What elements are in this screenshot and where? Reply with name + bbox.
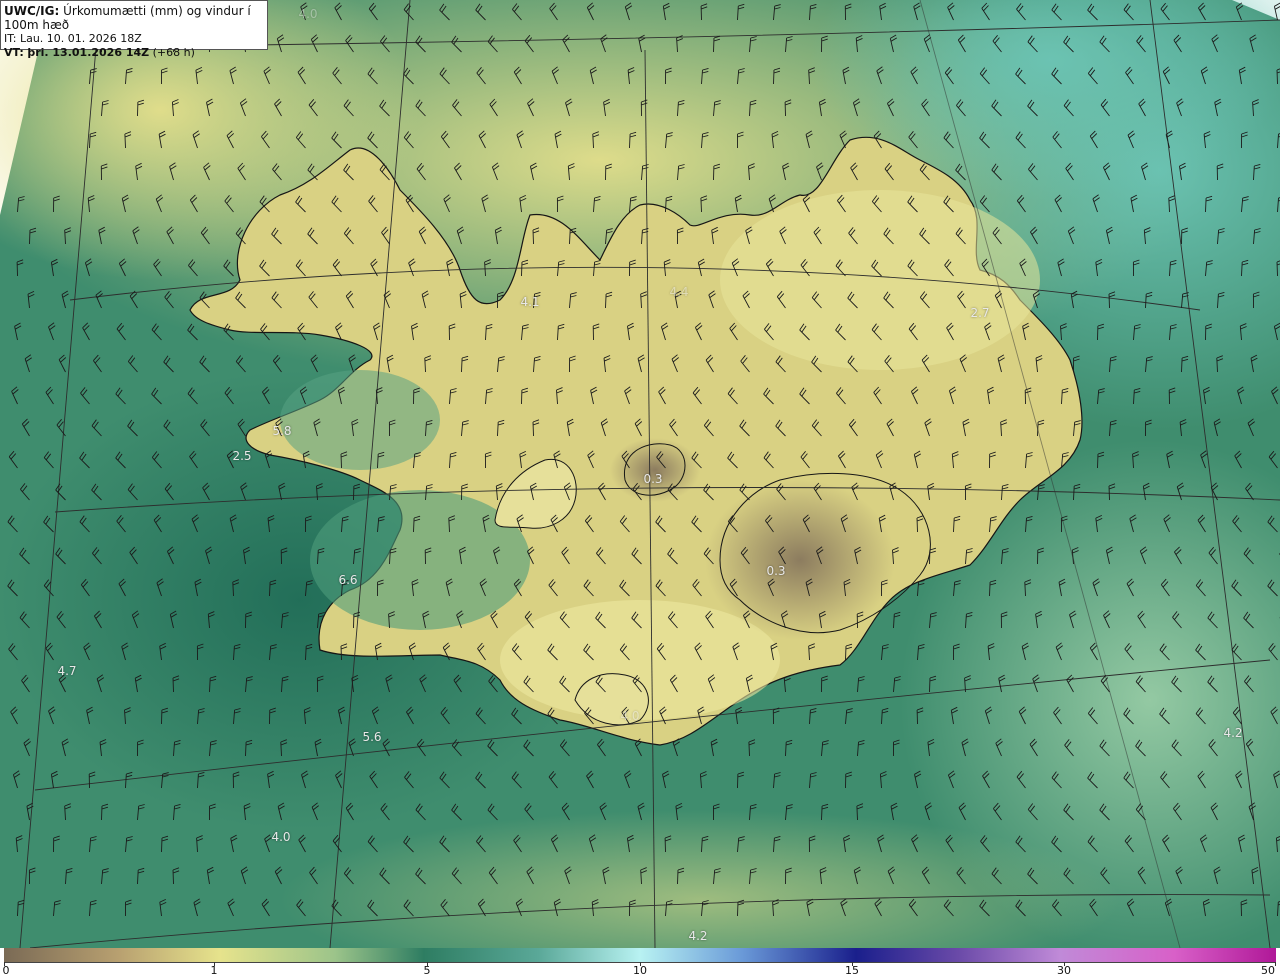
forecast-hour: (+68 h)	[152, 46, 195, 59]
value-label: 4.2	[688, 929, 708, 943]
product-code: UWC/IG:	[4, 4, 60, 18]
colorbar-tick-label: 1	[210, 964, 218, 977]
colorbar-tick	[1275, 962, 1276, 966]
colorbar-tick-label: 10	[633, 964, 647, 977]
value-label: 4.0	[298, 7, 318, 21]
value-label: 2.5	[232, 449, 252, 463]
product-line: UWC/IG: Úrkomumætti (mm) og vindur í 100…	[4, 4, 267, 32]
valid-time: þri. 13.01.2026 14Z	[27, 46, 150, 59]
value-label: 4.2	[1223, 726, 1243, 740]
map-canvas	[0, 0, 1280, 948]
forecast-info-box: UWC/IG: Úrkomumætti (mm) og vindur í 100…	[0, 0, 268, 59]
forecast-map: 4.1 2.7 5.8 2.5 0.3 0.3 6.6 4.7 5.6 4.0 …	[0, 0, 1280, 948]
colorbar-tick-label: 50	[1261, 964, 1275, 977]
valid-time-line: VT: þri. 13.01.2026 14Z (+68 h)	[4, 46, 267, 60]
value-label: 0.3	[766, 564, 786, 578]
colorbar-tick-label: 5	[423, 964, 431, 977]
value-label: 4.4	[669, 285, 689, 299]
colorbar-tick-label: 15	[845, 964, 859, 977]
value-label: 5.8	[272, 424, 292, 438]
value-label: 4.7	[57, 664, 77, 678]
init-time: IT: Lau. 10. 01. 2026 18Z	[4, 32, 142, 45]
value-label: 6.6	[338, 573, 358, 587]
value-label: 4.0	[620, 709, 640, 723]
value-label: 5.6	[362, 730, 382, 744]
value-label: 4.1	[520, 295, 540, 309]
colorbar-tick-label: 0	[2, 964, 10, 977]
value-label: 2.7	[970, 306, 990, 320]
colorbar: 0 1 5 10 15 30 50	[0, 948, 1280, 978]
valid-prefix: VT:	[4, 46, 24, 59]
colorbar-tick-label: 30	[1057, 964, 1071, 977]
colorbar-strip	[4, 948, 1276, 963]
value-label: 0.3	[643, 472, 663, 486]
value-label: 4.0	[271, 830, 291, 844]
